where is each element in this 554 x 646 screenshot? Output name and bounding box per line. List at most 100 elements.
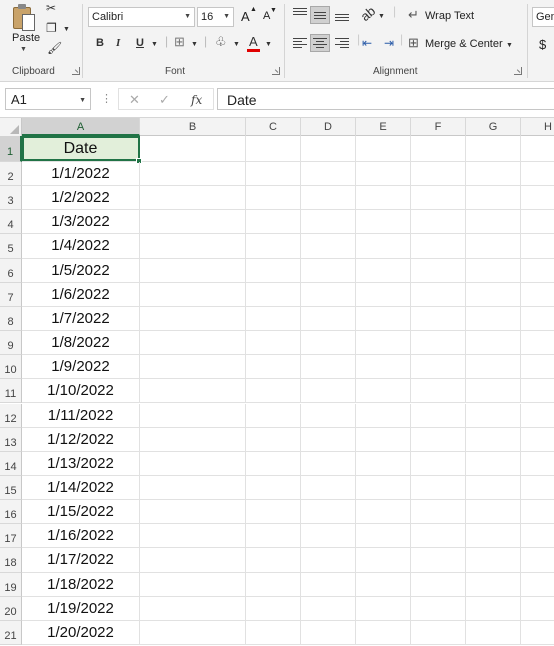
- date-cell[interactable]: 1/7/2022: [22, 306, 140, 331]
- column-header-d[interactable]: D: [301, 118, 356, 136]
- date-cell[interactable]: 1/16/2022: [22, 524, 140, 548]
- empty-cell[interactable]: [140, 306, 246, 331]
- empty-cell[interactable]: [246, 620, 301, 644]
- empty-cell[interactable]: [301, 331, 356, 355]
- increase-indent-icon[interactable]: ⇥: [384, 36, 394, 50]
- empty-cell[interactable]: [521, 307, 554, 330]
- date-cell[interactable]: 1/12/2022: [22, 427, 140, 451]
- column-header-g[interactable]: G: [466, 118, 521, 136]
- empty-cell[interactable]: [411, 331, 466, 355]
- empty-cell[interactable]: [246, 162, 301, 186]
- row-header[interactable]: 4: [0, 210, 22, 235]
- empty-cell[interactable]: [140, 162, 246, 186]
- empty-cell[interactable]: [356, 136, 411, 161]
- empty-cell[interactable]: [301, 596, 356, 620]
- empty-cell[interactable]: [521, 210, 554, 233]
- empty-cell[interactable]: [466, 355, 521, 379]
- merge-center-icon[interactable]: ⊞: [408, 36, 419, 50]
- select-all-button[interactable]: [0, 118, 22, 136]
- bold-button[interactable]: B: [96, 37, 104, 49]
- empty-cell[interactable]: [466, 451, 521, 475]
- formula-input[interactable]: Date: [217, 88, 554, 110]
- empty-cell[interactable]: [140, 355, 246, 379]
- empty-cell[interactable]: [521, 452, 554, 475]
- row-header[interactable]: 12: [0, 403, 22, 428]
- copy-dropdown-icon[interactable]: ▼: [63, 23, 70, 37]
- cut-icon[interactable]: ✂: [46, 1, 56, 15]
- empty-cell[interactable]: [301, 500, 356, 524]
- empty-cell[interactable]: [411, 282, 466, 306]
- row-header[interactable]: 5: [0, 234, 22, 259]
- empty-cell[interactable]: [301, 620, 356, 644]
- row-header[interactable]: 19: [0, 572, 22, 597]
- empty-cell[interactable]: [356, 331, 411, 355]
- date-cell[interactable]: 1/15/2022: [22, 500, 140, 524]
- empty-cell[interactable]: [301, 524, 356, 548]
- empty-cell[interactable]: [521, 573, 554, 596]
- empty-cell[interactable]: [466, 234, 521, 258]
- empty-cell[interactable]: [356, 475, 411, 500]
- empty-cell[interactable]: [466, 596, 521, 620]
- empty-cell[interactable]: [246, 282, 301, 306]
- empty-cell[interactable]: [140, 282, 246, 306]
- center-align-button[interactable]: [310, 34, 330, 52]
- empty-cell[interactable]: [140, 258, 246, 282]
- empty-cell[interactable]: [246, 475, 301, 500]
- row-header[interactable]: 15: [0, 475, 22, 501]
- bottom-align-button[interactable]: [332, 6, 352, 24]
- empty-cell[interactable]: [356, 500, 411, 524]
- empty-cell[interactable]: [466, 379, 521, 403]
- empty-cell[interactable]: [521, 500, 554, 523]
- empty-cell[interactable]: [140, 572, 246, 596]
- empty-cell[interactable]: [356, 234, 411, 258]
- empty-cell[interactable]: [411, 306, 466, 331]
- empty-cell[interactable]: [411, 427, 466, 451]
- row-header[interactable]: 6: [0, 258, 22, 283]
- header-cell-date[interactable]: Date: [22, 136, 140, 161]
- empty-cell[interactable]: [246, 548, 301, 572]
- empty-cell[interactable]: [140, 136, 246, 161]
- empty-cell[interactable]: [466, 258, 521, 282]
- empty-cell[interactable]: [301, 282, 356, 306]
- empty-cell[interactable]: [521, 597, 554, 620]
- empty-cell[interactable]: [301, 403, 356, 427]
- empty-cell[interactable]: [356, 451, 411, 475]
- column-header-h[interactable]: H: [521, 118, 554, 136]
- empty-cell[interactable]: [466, 572, 521, 596]
- empty-cell[interactable]: [521, 186, 554, 209]
- empty-cell[interactable]: [466, 136, 521, 161]
- name-box[interactable]: A1 ▼: [5, 88, 91, 110]
- date-cell[interactable]: 1/10/2022: [22, 379, 140, 403]
- empty-cell[interactable]: [466, 524, 521, 548]
- empty-cell[interactable]: [411, 162, 466, 186]
- empty-cell[interactable]: [246, 186, 301, 210]
- date-cell[interactable]: 1/2/2022: [22, 186, 140, 210]
- date-cell[interactable]: 1/11/2022: [22, 403, 140, 427]
- alignment-launcher-icon[interactable]: [514, 67, 522, 75]
- empty-cell[interactable]: [411, 210, 466, 234]
- empty-cell[interactable]: [140, 620, 246, 644]
- empty-cell[interactable]: [466, 282, 521, 306]
- empty-cell[interactable]: [301, 451, 356, 475]
- empty-cell[interactable]: [411, 403, 466, 427]
- date-cell[interactable]: 1/20/2022: [22, 620, 140, 644]
- paste-icon[interactable]: [11, 4, 37, 32]
- empty-cell[interactable]: [411, 379, 466, 403]
- row-header[interactable]: 9: [0, 331, 22, 356]
- empty-cell[interactable]: [411, 355, 466, 379]
- empty-cell[interactable]: [246, 210, 301, 234]
- empty-cell[interactable]: [356, 306, 411, 331]
- font-size-select[interactable]: 16 ▼: [197, 7, 234, 27]
- empty-cell[interactable]: [140, 186, 246, 210]
- column-header-a[interactable]: A: [22, 118, 140, 136]
- column-header-f[interactable]: F: [411, 118, 466, 136]
- currency-button[interactable]: $: [539, 37, 546, 52]
- empty-cell[interactable]: [140, 500, 246, 524]
- empty-cell[interactable]: [411, 572, 466, 596]
- empty-cell[interactable]: [140, 234, 246, 258]
- decrease-indent-icon[interactable]: ⇤: [362, 36, 372, 50]
- empty-cell[interactable]: [301, 475, 356, 500]
- empty-cell[interactable]: [521, 162, 554, 185]
- row-header[interactable]: 14: [0, 451, 22, 476]
- empty-cell[interactable]: [411, 524, 466, 548]
